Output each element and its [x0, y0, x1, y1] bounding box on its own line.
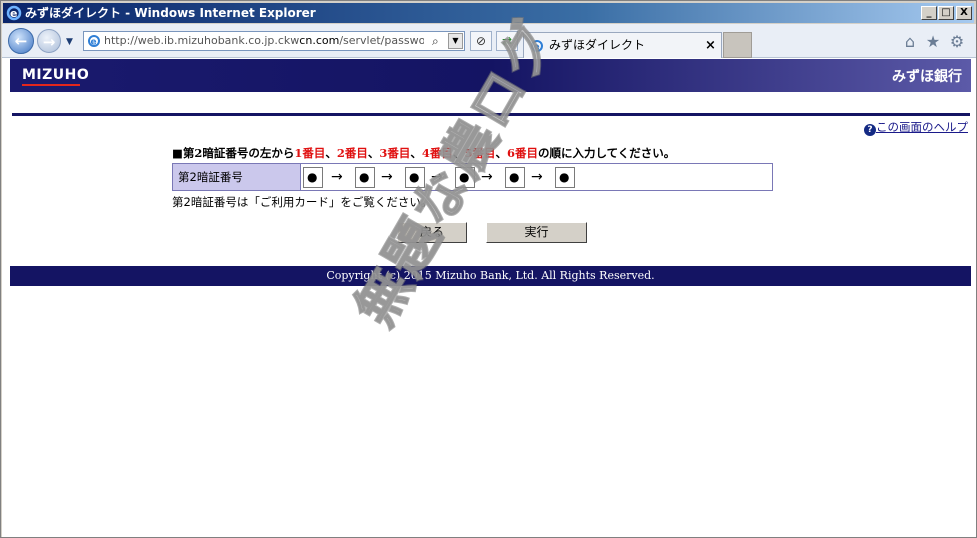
maximize-button[interactable]: □	[938, 6, 954, 20]
mizuho-logo: MIZUHO	[22, 67, 90, 83]
back-arrow-icon: ←	[14, 32, 28, 50]
window-title: みずほダイレクト - Windows Internet Explorer	[25, 6, 316, 20]
svg-text:e: e	[10, 7, 17, 20]
favorites-icon[interactable]: ★	[923, 32, 943, 52]
minimize-button[interactable]: _	[921, 6, 937, 20]
browser-window: e みずほダイレクト - Windows Internet Explorer _…	[0, 0, 977, 538]
search-icon[interactable]: ⌕	[432, 32, 446, 50]
title-bar[interactable]: e みずほダイレクト - Windows Internet Explorer _…	[3, 3, 974, 23]
new-tab-button[interactable]	[723, 32, 752, 58]
password-digit-5[interactable]: ●	[505, 167, 525, 188]
tools-gear-icon[interactable]: ⚙	[947, 32, 967, 52]
page-content: MIZUHO みずほ銀行 ? この画面のヘルプ ■第2暗証番号の左から1番目、2番…	[2, 7, 976, 537]
address-bar[interactable]: e http://web.ib.mizuhobank.co.jp.ckwcn.c…	[83, 31, 465, 51]
ie-logo-icon: e	[6, 5, 22, 21]
forward-arrow-icon: →	[42, 33, 56, 51]
tab-close-icon[interactable]: ×	[705, 33, 716, 58]
forward-button[interactable]: →	[37, 29, 61, 53]
arrow-icon: →	[331, 169, 343, 185]
url-text[interactable]: http://web.ib.mizuhobank.co.jp.ckwcn.com…	[104, 32, 424, 50]
home-icon[interactable]: ⌂	[900, 32, 920, 52]
bank-name: みずほ銀行	[892, 69, 962, 85]
history-dropdown-icon[interactable]: ▼	[66, 37, 76, 47]
arrow-icon: →	[531, 169, 543, 185]
help-question-icon: ?	[864, 124, 876, 136]
address-dropdown-button[interactable]: ▼	[448, 33, 463, 49]
close-window-button[interactable]: X	[956, 6, 972, 20]
help-link[interactable]: ? この画面のヘルプ	[864, 119, 968, 136]
password-label: 第2暗証番号	[173, 164, 301, 190]
back-button[interactable]: ←	[8, 28, 34, 54]
execute-button[interactable]: 実行	[486, 222, 587, 243]
help-link-text[interactable]: この画面のヘルプ	[876, 120, 968, 134]
password-digit-2[interactable]: ●	[355, 167, 375, 188]
logo-underline	[22, 84, 80, 86]
page-ie-icon: e	[88, 35, 100, 48]
password-digit-1[interactable]: ●	[303, 167, 323, 188]
password-digit-6[interactable]: ●	[555, 167, 575, 188]
arrow-icon: →	[381, 169, 393, 185]
copyright-footer: Copyright (c) 2015 Mizuho Bank, Ltd. All…	[10, 266, 971, 286]
svg-text:e: e	[91, 38, 97, 48]
